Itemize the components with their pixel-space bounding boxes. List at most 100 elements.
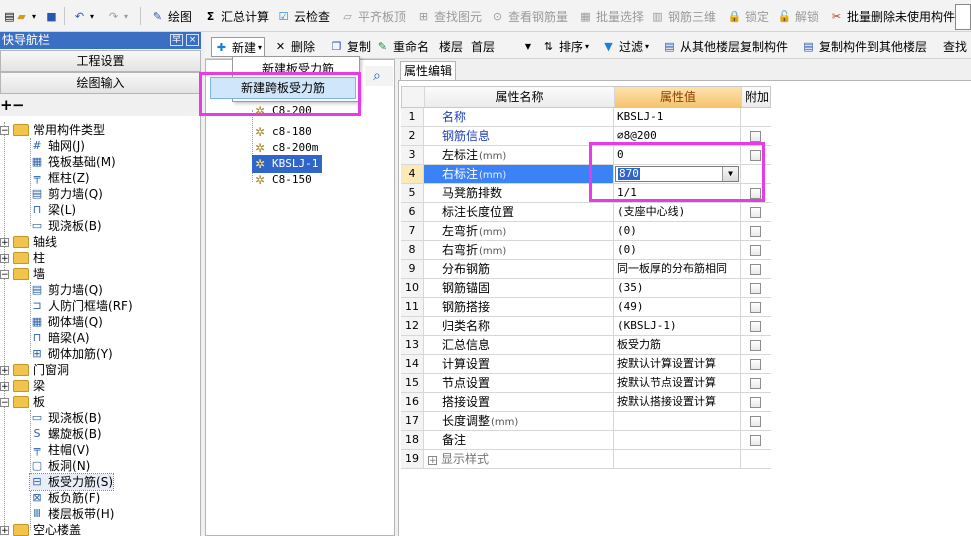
property-value[interactable]: 同一板厚的分布筋相同 <box>614 260 741 278</box>
property-value[interactable] <box>614 450 741 468</box>
property-value[interactable] <box>614 412 741 430</box>
rebar-3d-button[interactable]: ▥ 钢筋三维 <box>650 6 716 26</box>
collapse-node-icon[interactable]: − <box>0 397 9 407</box>
extra-checkbox[interactable] <box>750 264 761 275</box>
tree-node-door-window[interactable]: + 门窗洞 <box>0 362 69 378</box>
extra-checkbox[interactable] <box>750 321 761 332</box>
extra-checkbox[interactable] <box>750 378 761 389</box>
extra-checkbox[interactable] <box>750 416 761 427</box>
expand-node-icon[interactable]: + <box>428 456 437 466</box>
property-row[interactable]: 12 归类名称 (KBSLJ-1) <box>401 317 771 336</box>
toolbar-overflow-box[interactable] <box>955 4 971 30</box>
tree-item-spiral-slab[interactable]: S 螺旋板 (B) <box>30 426 102 442</box>
property-value[interactable]: 按默认节点设置计算 <box>614 374 741 392</box>
summary-calc-button[interactable]: Σ 汇总计算 <box>203 6 269 26</box>
collapse-node-icon[interactable]: − <box>0 269 9 279</box>
extra-checkbox[interactable] <box>750 245 761 256</box>
close-icon[interactable]: × <box>186 34 199 46</box>
tree-item-civil-defense-wall[interactable]: ⊐ 人防门框墙 (RF) <box>30 298 132 314</box>
property-row[interactable]: 16 搭接设置 按默认搭接设置计算 <box>401 393 771 412</box>
batch-delete-unused-button[interactable]: ✂ 批量删除未使用构件 <box>829 6 955 26</box>
floor-select[interactable]: 首层 ▼ <box>471 37 533 55</box>
tree-node-beam[interactable]: + 梁 <box>0 378 45 394</box>
property-row[interactable]: 14 计算设置 按默认计算设置计算 <box>401 355 771 374</box>
pin-icon[interactable]: 早 <box>170 34 183 46</box>
expand-node-icon[interactable]: + <box>0 525 9 535</box>
redo-button[interactable]: ↷ ▾ <box>106 6 128 26</box>
extra-checkbox[interactable] <box>750 226 761 237</box>
filter-button[interactable]: ▼ 过滤 ▾ <box>601 37 649 55</box>
extra-checkbox[interactable] <box>750 283 761 294</box>
tree-item-slab-hole[interactable]: ▢ 板洞 (N) <box>30 458 91 474</box>
tree-item-frame-column[interactable]: ╤ 框柱 (Z) <box>30 170 90 186</box>
new-component-button[interactable]: ✚ 新建 ▾ <box>211 37 266 57</box>
save-button[interactable]: ■ <box>44 6 62 26</box>
cloud-check-button[interactable]: ☑ 云检查 <box>276 6 330 26</box>
find-button[interactable]: 查找 <box>943 37 967 55</box>
property-row[interactable]: 9 分布钢筋 同一板厚的分布筋相同 <box>401 260 771 279</box>
align-slab-top-button[interactable]: ▱ 平齐板顶 <box>340 6 406 26</box>
expand-node-icon[interactable]: + <box>0 381 9 391</box>
expand-all-icon[interactable]: + <box>0 96 13 114</box>
property-value[interactable] <box>614 431 741 449</box>
tree-item-column-cap[interactable]: ╤ 柱帽 (V) <box>30 442 90 458</box>
draw-button[interactable]: ✎ 绘图 <box>150 6 192 26</box>
property-row[interactable]: 19 + 显示样式 <box>401 450 771 469</box>
rename-component-button[interactable]: ✎ 重命名 <box>375 37 429 55</box>
collapse-all-icon[interactable]: − <box>12 96 25 114</box>
project-settings-section[interactable]: 工程设置 <box>0 50 201 72</box>
tree-node-hollow-floor[interactable]: + 空心楼盖 <box>0 522 81 536</box>
tree-node-common[interactable]: − 常用构件类型 <box>0 122 105 138</box>
drawing-input-section[interactable]: 绘图输入 <box>0 72 201 94</box>
property-value[interactable]: KBSLJ-1 <box>614 108 741 126</box>
tree-item-slab-main-rebar[interactable]: ⊟ 板受力筋 (S) <box>29 473 114 491</box>
search-button[interactable]: ⌕ <box>365 66 393 86</box>
tree-node-slab[interactable]: − 板 <box>0 394 45 410</box>
tree-item-raft-foundation[interactable]: ▦ 筏板基础 (M) <box>30 154 116 170</box>
property-row[interactable]: 10 钢筋锚固 (35) <box>401 279 771 298</box>
open-file-button[interactable]: ▰ ▾ <box>14 6 36 26</box>
property-value[interactable]: (0) <box>614 222 741 240</box>
tree-node-wall[interactable]: − 墙 <box>0 266 45 282</box>
tree-item-shear-wall[interactable]: ▤ 剪力墙 (Q) <box>30 186 103 202</box>
tree-item-cast-slab-2[interactable]: ▭ 现浇板 (B) <box>30 410 102 426</box>
expand-node-icon[interactable]: + <box>0 253 9 263</box>
property-value[interactable]: (49) <box>614 298 741 316</box>
property-row[interactable]: 13 汇总信息 板受力筋 <box>401 336 771 355</box>
collapse-node-icon[interactable]: − <box>0 125 9 135</box>
extra-checkbox[interactable] <box>750 340 761 351</box>
property-row[interactable]: 8 右弯折(mm) (0) <box>401 241 771 260</box>
unlock-button[interactable]: 🔓 解锁 <box>777 6 819 26</box>
property-value[interactable]: 按默认搭接设置计算 <box>614 393 741 411</box>
property-value[interactable]: (支座中心线) <box>614 203 741 221</box>
copy-to-floor-button[interactable]: ▤ 复制构件到其他楼层 <box>801 37 927 55</box>
tree-item-masonry-wall[interactable]: ▦ 砌体墙 (Q) <box>30 314 103 330</box>
tree-node-axis[interactable]: + 轴线 <box>0 234 57 250</box>
tree-item-grid[interactable]: # 轴网 (J) <box>30 138 85 154</box>
component-item[interactable]: ✲ C8-150 <box>254 171 312 189</box>
property-row[interactable]: 17 长度调整(mm) <box>401 412 771 431</box>
tree-node-column[interactable]: + 柱 <box>0 250 45 266</box>
property-value[interactable]: (0) <box>614 241 741 259</box>
property-row[interactable]: 1 名称 KBSLJ-1 <box>401 108 771 127</box>
find-element-button[interactable]: ⊞ 查找图元 <box>416 6 482 26</box>
property-value[interactable]: (35) <box>614 279 741 297</box>
extra-checkbox[interactable] <box>750 397 761 408</box>
tree-item-cast-slab[interactable]: ▭ 现浇板 (B) <box>30 218 102 234</box>
lock-button[interactable]: 🔒 锁定 <box>727 6 769 26</box>
delete-component-button[interactable]: ✕ 删除 <box>273 37 315 55</box>
tree-item-floor-slab-band[interactable]: Ⅲ 楼层板带 (H) <box>30 506 114 522</box>
property-row[interactable]: 6 标注长度位置 (支座中心线) <box>401 203 771 222</box>
extra-checkbox[interactable] <box>750 359 761 370</box>
tree-item-beam[interactable]: ⊓ 梁 (L) <box>30 202 76 218</box>
property-value[interactable]: 按默认计算设置计算 <box>614 355 741 373</box>
tab-property-edit[interactable]: 属性编辑 <box>400 61 456 80</box>
property-value[interactable]: (KBSLJ-1) <box>614 317 741 335</box>
property-row[interactable]: 15 节点设置 按默认节点设置计算 <box>401 374 771 393</box>
tree-item-slab-negative-rebar[interactable]: ⊠ 板负筋 (F) <box>30 490 100 506</box>
tree-item-hidden-beam[interactable]: ⊓ 暗梁 (A) <box>30 330 90 346</box>
tree-item-shear-wall-2[interactable]: ▤ 剪力墙 (Q) <box>30 282 103 298</box>
property-row[interactable]: 11 钢筋搭接 (49) <box>401 298 771 317</box>
extra-checkbox[interactable] <box>750 131 761 142</box>
tree-item-masonry-rebar[interactable]: ⊞ 砌体加筋 (Y) <box>30 346 112 362</box>
